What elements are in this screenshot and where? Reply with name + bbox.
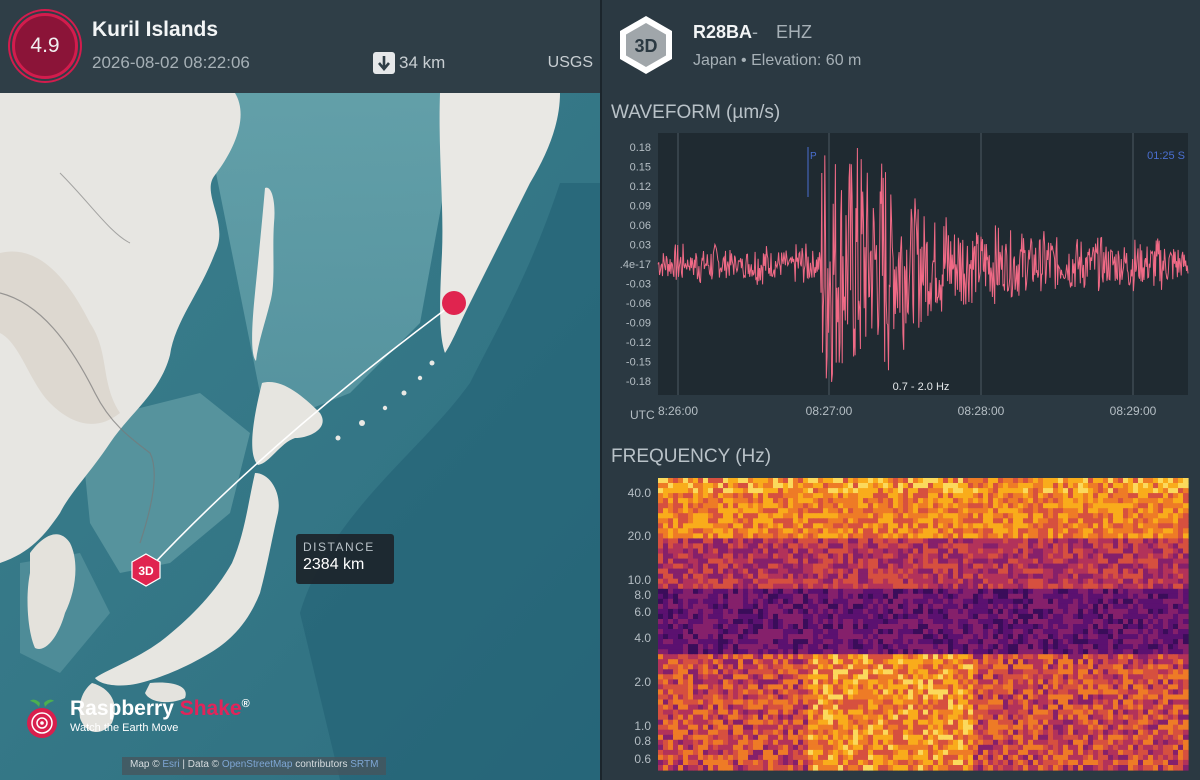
frequency-title: FREQUENCY (Hz) xyxy=(611,446,772,467)
waveform-y-tick: -0.09 xyxy=(626,318,651,330)
attribution-middle: | Data © xyxy=(179,759,222,770)
waveform-x-tick: 8:26:00 xyxy=(658,404,698,418)
spectrogram-y-tick: 20.0 xyxy=(628,529,652,543)
waveform-svg: 0.18 0.15 0.12 0.09 0.06 0.03 .4e-17 -0.03 -0.06… xyxy=(620,133,1189,422)
waveform-y-tick: 0.18 xyxy=(630,142,651,154)
attribution-link-srtm[interactable]: SRTM xyxy=(350,759,378,770)
brand-name-part1: Raspberry xyxy=(70,697,180,720)
p-arrival-label: P xyxy=(810,151,817,162)
waveform-x-tick: 08:28:00 xyxy=(958,404,1005,418)
distance-box: DISTANCE 2384 km xyxy=(296,534,394,584)
attribution-suffix: contributors xyxy=(292,759,351,770)
waveform-y-tick: 0.12 xyxy=(630,181,651,193)
event-panel: 4.9 Kuril Islands 2026-08-02 08:22:06 34… xyxy=(0,0,600,780)
spectrogram-y-tick: 8.0 xyxy=(634,588,651,602)
attribution-prefix: Map © xyxy=(130,759,163,770)
brand-registered: ® xyxy=(241,698,250,710)
s-arrival-label: 01:25 S xyxy=(1147,150,1185,162)
waveform-x-tick: 08:29:00 xyxy=(1110,404,1157,418)
station-badge: 3D xyxy=(618,14,674,80)
waveform-y-tick: -0.03 xyxy=(626,279,651,291)
station-location: Japan • Elevation: 60 m xyxy=(693,52,862,69)
arrow-down-icon xyxy=(373,52,395,74)
spectrogram-svg: 40.0 20.0 10.08.0 6.0 4.0 2.0 1.00.8 0.6 xyxy=(628,478,1189,771)
waveform-x-tick: 08:27:00 xyxy=(806,404,853,418)
attribution-link-osm[interactable]: OpenStreetMap xyxy=(222,759,293,770)
station-panel: 3D R28BA - EHZ Japan • Elevation: 60 m W… xyxy=(602,0,1200,780)
station-name: R28BA xyxy=(693,22,753,42)
waveform-title: WAVEFORM (µm/s) xyxy=(611,102,781,123)
event-datetime: 2026-08-02 08:22:06 xyxy=(92,53,250,72)
event-title: Kuril Islands xyxy=(92,18,219,41)
map-view[interactable]: 3D DISTANCE 2384 km xyxy=(0,93,600,780)
magnitude-value: 4.9 xyxy=(30,34,60,57)
station-badge-label: 3D xyxy=(634,36,657,56)
brand-name: Raspberry Shake® xyxy=(70,697,250,721)
waveform-chart[interactable]: 0.18 0.15 0.12 0.09 0.06 0.03 .4e-17 -0.03 -0.06… xyxy=(602,125,1200,425)
source-label[interactable]: USGS xyxy=(548,54,593,72)
waveform-y-tick: -0.15 xyxy=(626,357,651,369)
raspberry-shake-logo-icon xyxy=(27,699,57,738)
spectrogram-y-tick: 2.0 xyxy=(634,675,651,689)
spectrogram-y-tick: 4.0 xyxy=(634,631,651,645)
waveform-y-tick: -0.06 xyxy=(626,298,651,310)
station-separator: - xyxy=(752,22,758,42)
map-canvas: 3D xyxy=(0,93,600,780)
waveform-y-tick: 0.06 xyxy=(630,220,651,232)
distance-value: 2384 km xyxy=(303,556,365,573)
filter-label: 0.7 - 2.0 Hz xyxy=(893,381,950,393)
spectrogram-y-tick: 6.0 xyxy=(634,605,651,619)
waveform-y-tick: -0.18 xyxy=(626,376,651,388)
waveform-y-tick: 0.03 xyxy=(630,240,651,252)
map-attribution: Map © Esri | Data © OpenStreetMap contri… xyxy=(122,757,387,775)
station-channel: EHZ xyxy=(776,22,812,42)
waveform-y-tick: 0.09 xyxy=(630,201,651,213)
brand-name-part2: Shake xyxy=(179,697,242,720)
waveform-y-tick: 0.15 xyxy=(630,162,651,174)
distance-label: DISTANCE xyxy=(303,540,375,554)
spectrogram-y-tick: 40.0 xyxy=(628,486,652,500)
epicenter-marker[interactable] xyxy=(442,291,466,315)
event-header: 4.9 Kuril Islands 2026-08-02 08:22:06 34… xyxy=(0,0,600,93)
spectrogram-y-tick: 10.0 xyxy=(628,573,652,587)
filter-label-box: 0.7 - 2.0 Hz xyxy=(880,377,962,395)
waveform-y-tick: .4e-17 xyxy=(620,259,651,271)
spectrogram-y-tick: 0.6 xyxy=(634,752,651,766)
depth-info: 34 km xyxy=(373,52,445,74)
utc-label: UTC xyxy=(630,408,655,422)
station-marker-label: 3D xyxy=(138,564,154,578)
spectrogram-chart[interactable]: 40.0 20.0 10.0 8.0 6.0 4.0 2.0 1.0 0.8 0.6 xyxy=(602,470,1200,780)
attribution-link-esri[interactable]: Esri xyxy=(162,759,179,770)
spectrogram-cells xyxy=(658,478,1189,771)
magnitude-badge: 4.9 xyxy=(12,13,78,79)
spectrogram-y-tick: 0.8 xyxy=(634,734,651,748)
spectrogram-y-tick: 1.0 xyxy=(634,719,651,733)
waveform-y-tick: -0.12 xyxy=(626,337,651,349)
brand-logo[interactable]: Raspberry Shake® Watch the Earth Move xyxy=(22,697,250,741)
brand-tagline: Watch the Earth Move xyxy=(70,722,179,734)
depth-value: 34 km xyxy=(399,53,446,72)
